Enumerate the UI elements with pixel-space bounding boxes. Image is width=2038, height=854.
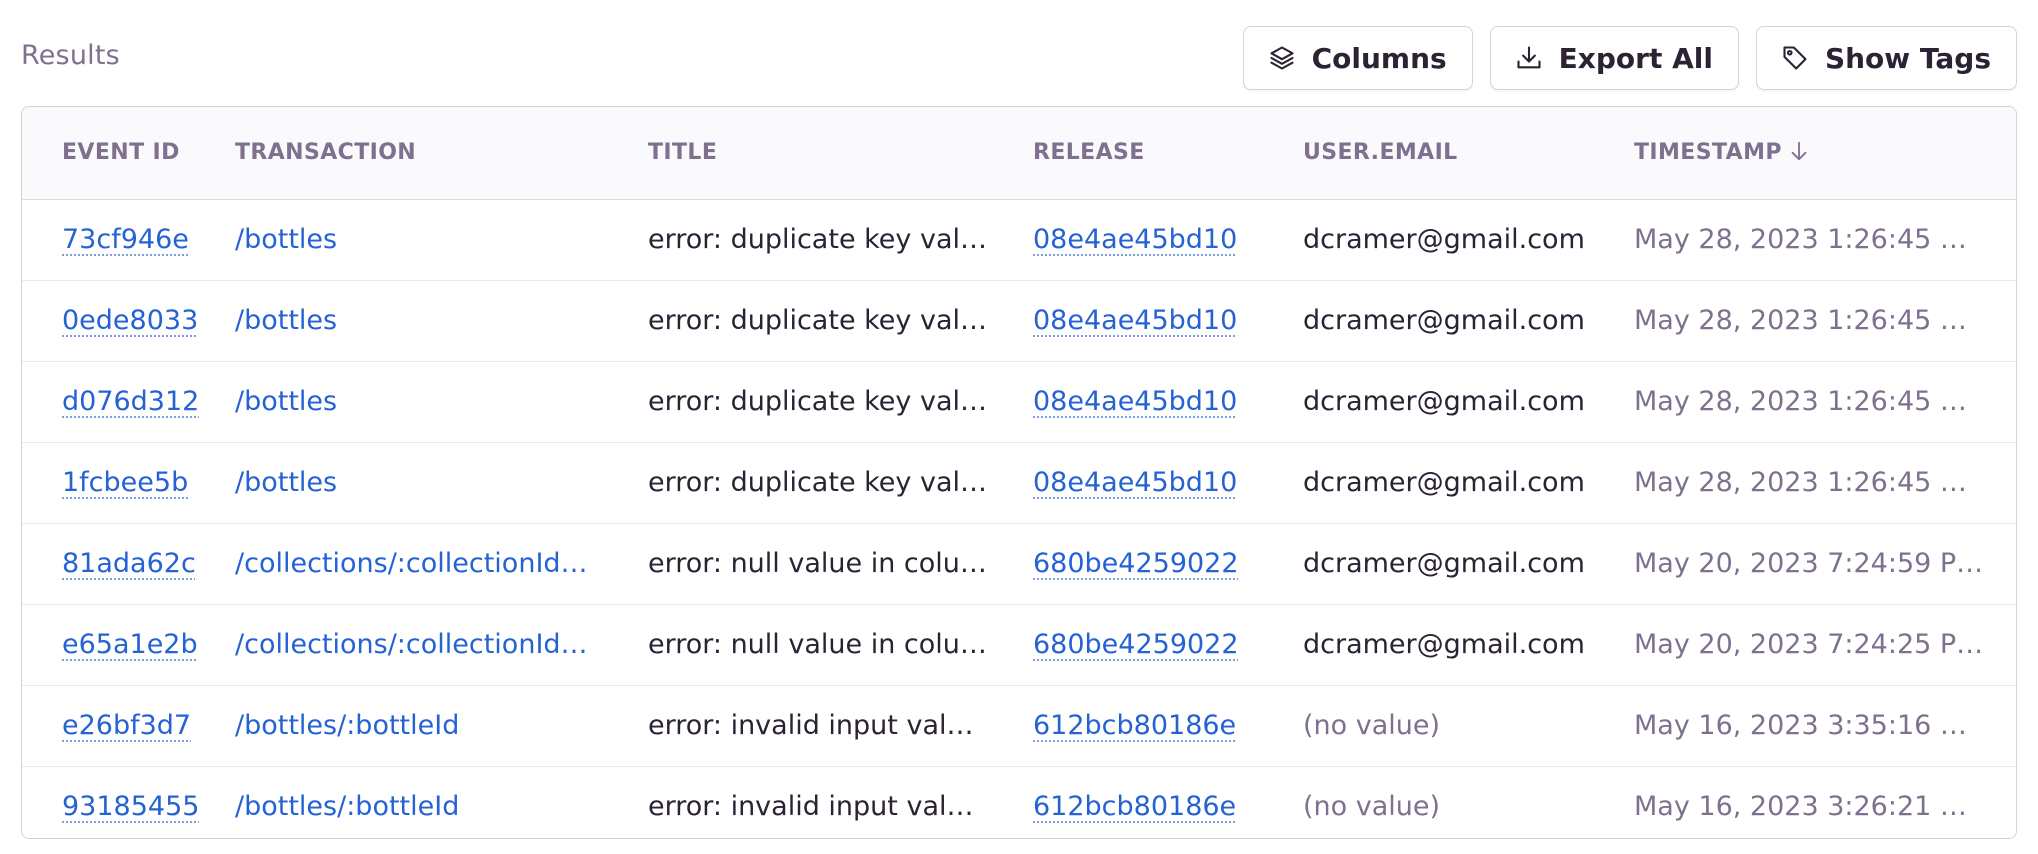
title-cell: error: duplicate key val… <box>648 386 988 417</box>
user-email-cell: dcramer@gmail.com <box>1303 548 1585 579</box>
table-row: 1fcbee5b/bottles error: duplicate key val… <box>22 443 2016 524</box>
release-link[interactable]: 08e4ae45bd10 <box>1033 281 1253 361</box>
transaction-link[interactable]: /bottles <box>235 281 605 361</box>
release-link[interactable]: 08e4ae45bd10 <box>1033 200 1253 280</box>
event-id-link[interactable]: 0ede8033 <box>62 281 202 361</box>
columns-button-label: Columns <box>1311 41 1447 75</box>
download-icon <box>1515 44 1543 72</box>
user-email-cell: dcramer@gmail.com <box>1303 224 1585 255</box>
transaction-link[interactable]: /bottles <box>235 362 605 442</box>
layers-icon <box>1268 44 1296 72</box>
event-id-link[interactable]: 93185455 <box>62 767 202 838</box>
results-table: EVENT ID TRANSACTION TITLE RELEASE USER.… <box>21 106 2017 839</box>
event-id-link[interactable]: d076d312 <box>62 362 202 442</box>
release-link[interactable]: 612bcb80186e <box>1033 686 1253 766</box>
title-cell: error: invalid input valu… <box>648 710 988 741</box>
results-toolbar: Columns Export All Show Tags <box>1242 26 2017 90</box>
table-row: 93185455/bottles/:bottleId error: invalid… <box>22 767 2016 838</box>
title-cell: error: invalid input valu… <box>648 791 988 822</box>
transaction-link[interactable]: /bottles/:bottleId <box>235 767 605 838</box>
table-row: d076d312/bottles error: duplicate key val… <box>22 362 2016 443</box>
event-id-link[interactable]: 1fcbee5b <box>62 443 202 523</box>
transaction-link[interactable]: /collections/:collectionId… <box>235 524 605 604</box>
column-header-transaction[interactable]: TRANSACTION <box>235 107 605 199</box>
user-email-cell: (no value) <box>1303 710 1441 741</box>
title-cell: error: null value in colu… <box>648 548 987 579</box>
export-all-button[interactable]: Export All <box>1489 26 1739 90</box>
show-tags-button-label: Show Tags <box>1824 41 1991 75</box>
event-id-link[interactable]: e65a1e2b <box>62 605 202 685</box>
transaction-link[interactable]: /bottles/:bottleId <box>235 686 605 766</box>
tag-icon <box>1781 44 1809 72</box>
user-email-cell: dcramer@gmail.com <box>1303 386 1585 417</box>
results-header: Results Columns Export All Show Tags <box>0 0 2038 106</box>
timestamp-cell: May 28, 2023 1:26:45 A… <box>1634 224 1984 255</box>
title-cell: error: null value in colu… <box>648 629 987 660</box>
table-header-row: EVENT ID TRANSACTION TITLE RELEASE USER.… <box>22 107 2016 200</box>
timestamp-cell: May 28, 2023 1:26:45 A… <box>1634 305 1984 336</box>
user-email-cell: (no value) <box>1303 791 1441 822</box>
release-link[interactable]: 680be4259022 <box>1033 605 1253 685</box>
columns-button[interactable]: Columns <box>1242 26 1473 90</box>
column-header-release[interactable]: RELEASE <box>1033 107 1253 199</box>
event-id-link[interactable]: 73cf946e <box>62 200 202 280</box>
table-row: 73cf946e/bottles error: duplicate key val… <box>22 200 2016 281</box>
timestamp-cell: May 20, 2023 7:24:59 P… <box>1634 548 1984 579</box>
timestamp-cell: May 16, 2023 3:35:16 A… <box>1634 710 1984 741</box>
results-title: Results <box>21 40 120 71</box>
arrow-down-icon <box>1788 110 1810 161</box>
title-cell: error: duplicate key val… <box>648 305 988 336</box>
timestamp-cell: May 20, 2023 7:24:25 P… <box>1634 629 1984 660</box>
title-cell: error: duplicate key val… <box>648 467 988 498</box>
column-header-timestamp-label: TIMESTAMP <box>1634 140 1782 165</box>
user-email-cell: dcramer@gmail.com <box>1303 629 1585 660</box>
table-body: 73cf946e/bottles error: duplicate key val… <box>22 200 2016 838</box>
timestamp-cell: May 28, 2023 1:26:45 A… <box>1634 386 1984 417</box>
event-id-link[interactable]: e26bf3d7 <box>62 686 202 766</box>
table-row: 0ede8033/bottles error: duplicate key val… <box>22 281 2016 362</box>
release-link[interactable]: 08e4ae45bd10 <box>1033 443 1253 523</box>
title-cell: error: duplicate key val… <box>648 224 988 255</box>
table-row: 81ada62c/collections/:collectionId… error… <box>22 524 2016 605</box>
release-link[interactable]: 680be4259022 <box>1033 524 1253 604</box>
column-header-user-email[interactable]: USER.EMAIL <box>1303 107 1603 199</box>
table-row: e26bf3d7/bottles/:bottleId error: invalid… <box>22 686 2016 767</box>
timestamp-cell: May 28, 2023 1:26:45 A… <box>1634 467 1984 498</box>
release-link[interactable]: 08e4ae45bd10 <box>1033 362 1253 442</box>
transaction-link[interactable]: /collections/:collectionId… <box>235 605 605 685</box>
timestamp-cell: May 16, 2023 3:26:21 A… <box>1634 791 1984 822</box>
show-tags-button[interactable]: Show Tags <box>1755 26 2017 90</box>
user-email-cell: dcramer@gmail.com <box>1303 305 1585 336</box>
transaction-link[interactable]: /bottles <box>235 443 605 523</box>
table-row: e65a1e2b/collections/:collectionId… error… <box>22 605 2016 686</box>
export-all-button-label: Export All <box>1558 41 1713 75</box>
column-header-timestamp[interactable]: TIMESTAMP <box>1634 107 1984 199</box>
transaction-link[interactable]: /bottles <box>235 200 605 280</box>
user-email-cell: dcramer@gmail.com <box>1303 467 1585 498</box>
event-id-link[interactable]: 81ada62c <box>62 524 202 604</box>
column-header-title[interactable]: TITLE <box>648 107 988 199</box>
release-link[interactable]: 612bcb80186e <box>1033 767 1253 838</box>
column-header-event-id[interactable]: EVENT ID <box>62 107 202 199</box>
